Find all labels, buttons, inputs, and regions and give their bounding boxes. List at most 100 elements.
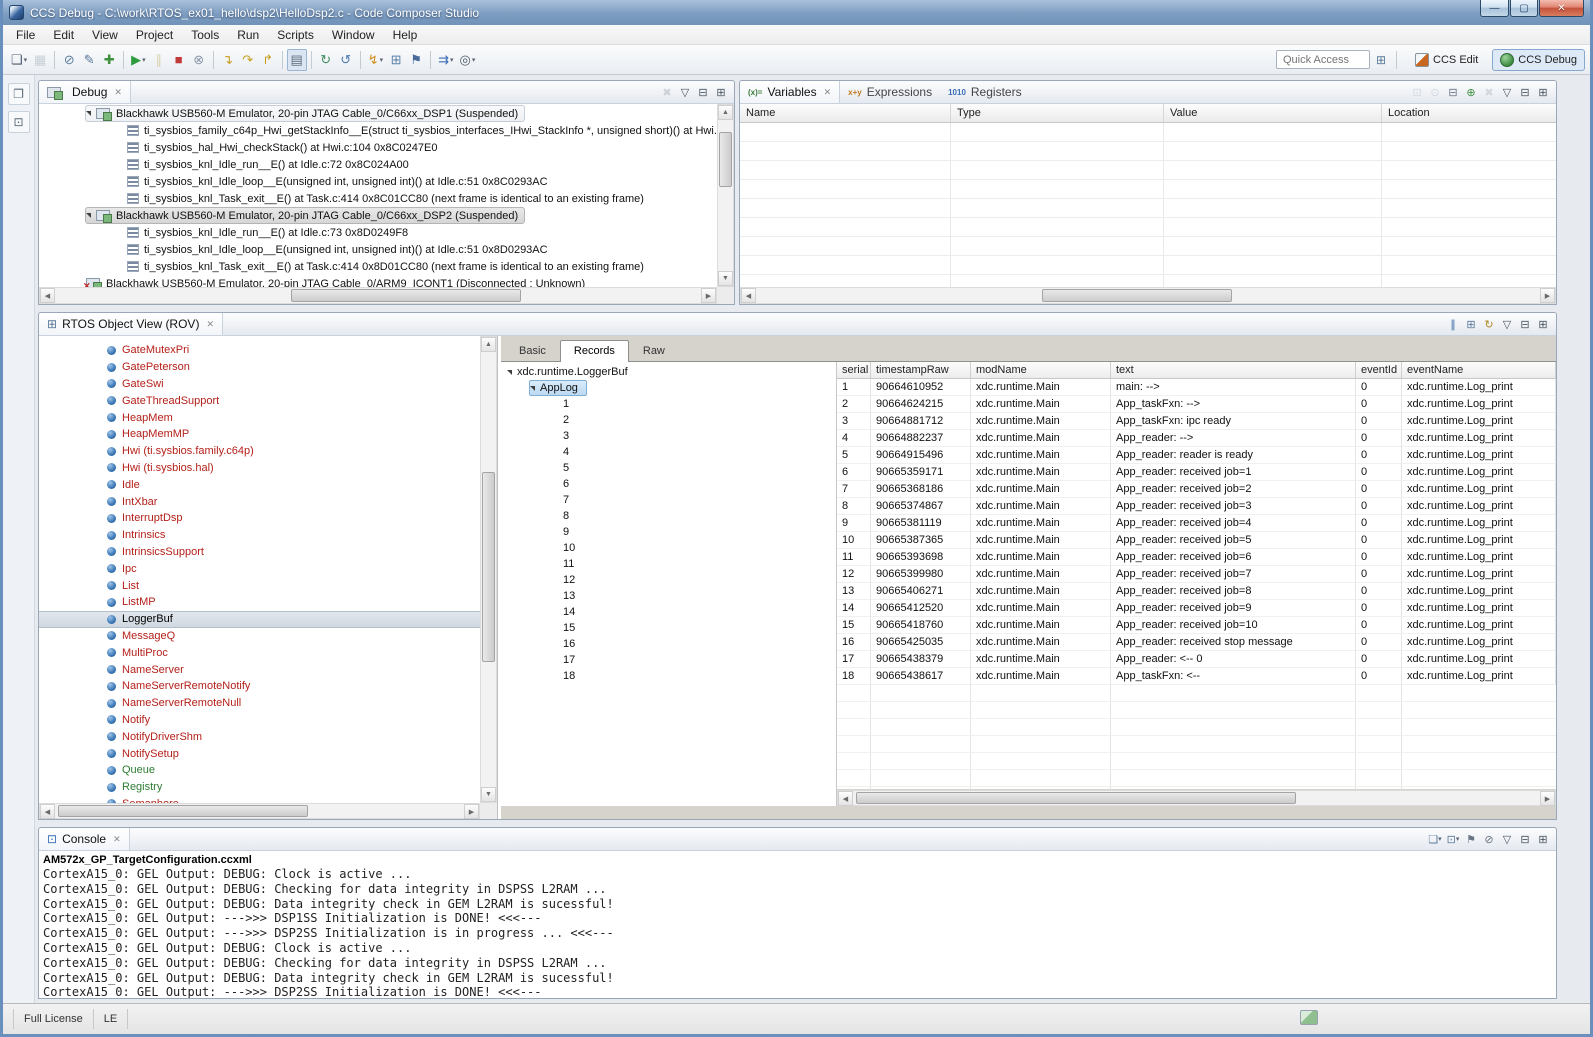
record-index-node[interactable]: 14 — [501, 604, 583, 620]
tab-basic[interactable]: Basic — [505, 340, 560, 361]
tab-console[interactable]: ⊡ Console ✕ — [39, 828, 130, 850]
view-menu-icon[interactable]: ▽ — [1498, 83, 1516, 101]
rov-module-item[interactable]: NameServerRemoteNull — [39, 695, 480, 712]
expand-arrow-icon[interactable] — [86, 111, 91, 116]
record-index-node[interactable]: 15 — [501, 620, 583, 636]
scroll-right-arrow[interactable]: ▶ — [701, 288, 716, 303]
scroll-up-arrow[interactable]: ▲ — [718, 105, 733, 120]
suspend-icon[interactable]: ∥▾ — [149, 49, 169, 71]
record-index-node[interactable]: 8 — [501, 508, 577, 524]
scroll-lock-icon[interactable]: ⊘▾ — [1480, 830, 1498, 848]
ccs-edit-perspective-button[interactable]: CCS Edit — [1407, 49, 1486, 71]
rov-module-item[interactable]: NotifySetup — [39, 745, 480, 762]
titlebar[interactable]: CCS Debug - C:\work\RTOS_ex01_hello\dsp2… — [3, 0, 1590, 25]
window-minimize-button[interactable]: — — [1480, 0, 1509, 17]
rov-module-item[interactable]: NameServer — [39, 661, 480, 678]
record-index-node[interactable]: 6 — [501, 476, 577, 492]
scroll-right-arrow[interactable]: ▶ — [1540, 791, 1555, 806]
menu-item[interactable]: Window — [323, 26, 384, 44]
debug-vertical-scrollbar[interactable]: ▲ ▼ — [717, 104, 734, 287]
scroll-right-arrow[interactable]: ▶ — [464, 804, 479, 819]
scrollbar-thumb[interactable] — [58, 805, 308, 817]
stack-frame-row[interactable]: ti_sysbios_knl_Idle_loop__E(unsigned int… — [127, 173, 554, 190]
column-header-name[interactable]: Name — [740, 104, 951, 122]
show-logical-structure-icon[interactable]: ⊙ — [1426, 83, 1444, 101]
column-header-value[interactable]: Value — [1164, 104, 1382, 122]
close-icon[interactable]: ✕ — [206, 319, 214, 330]
debug-session-row[interactable]: Blackhawk USB560-M Emulator, 20-pin JTAG… — [85, 275, 592, 287]
rov-module-item[interactable]: Registry — [39, 779, 480, 796]
step-return-icon[interactable]: ↱▾ — [258, 49, 278, 71]
record-row[interactable]: 10 90665387365 xdc.runtime.Main App_read… — [837, 532, 1556, 549]
window-maximize-button[interactable]: ▢ — [1510, 0, 1538, 17]
record-row[interactable]: 13 90665406271 xdc.runtime.Main App_read… — [837, 583, 1556, 600]
module-tree-horizontal-scrollbar[interactable]: ◀ ▶ — [39, 803, 480, 819]
rov-module-item[interactable]: GateSwi — [39, 376, 480, 393]
rov-module-item[interactable]: IntrinsicsSupport — [39, 544, 480, 561]
rov-module-item[interactable]: List — [39, 577, 480, 594]
column-header-type[interactable]: Type — [951, 104, 1164, 122]
rov-module-item[interactable]: NotifyDriverShm — [39, 728, 480, 745]
open-perspective-icon[interactable]: ⊞ — [1376, 53, 1386, 67]
rov-module-item[interactable]: Hwi (ti.sysbios.hal) — [39, 460, 480, 477]
record-row[interactable]: 18 90665438617 xdc.runtime.Main App_task… — [837, 668, 1556, 685]
menu-item[interactable]: Project — [127, 26, 182, 44]
display-console-icon[interactable]: ⊡▾ — [1444, 830, 1462, 848]
maximize-icon[interactable]: ⊞▾ — [1534, 830, 1552, 848]
record-row[interactable]: 9 90665381119 xdc.runtime.Main App_reade… — [837, 515, 1556, 532]
view-menu-icon[interactable]: ▽ — [1498, 315, 1516, 333]
record-index-node[interactable]: 12 — [501, 572, 583, 588]
record-row[interactable]: 8 90665374867 xdc.runtime.Main App_reade… — [837, 498, 1556, 515]
record-row[interactable]: 14 90665412520 xdc.runtime.Main App_read… — [837, 600, 1556, 617]
trace-icon[interactable]: ⇉▾ — [435, 49, 456, 71]
tab-rov[interactable]: ⊞ RTOS Object View (ROV) ✕ — [39, 313, 223, 335]
menu-item[interactable]: View — [83, 26, 127, 44]
close-icon[interactable]: ✕ — [824, 87, 832, 98]
restart-icon[interactable]: ↻▾ — [316, 49, 336, 71]
record-row[interactable]: 12 90665399980 xdc.runtime.Main App_read… — [837, 566, 1556, 583]
tab-raw[interactable]: Raw — [629, 340, 679, 361]
rov-module-item[interactable]: NameServerRemoteNotify — [39, 678, 480, 695]
logger-instance-node[interactable]: AppLog — [529, 380, 587, 396]
menu-item[interactable]: Run — [228, 26, 268, 44]
step-over-icon[interactable]: ↷▾ — [238, 49, 258, 71]
view-menu-icon[interactable]: ▽▾ — [1498, 830, 1516, 848]
resume-icon[interactable]: ▶▾ — [128, 49, 149, 71]
records-horizontal-scrollbar[interactable]: ◀ ▶ — [837, 790, 1556, 806]
collapse-all-icon[interactable]: ⊟ — [1444, 83, 1462, 101]
record-row[interactable]: 1 90664610952 xdc.runtime.Main main: -->… — [837, 379, 1556, 396]
suspend-polling-icon[interactable]: ∥ — [1444, 315, 1462, 333]
tab-variables[interactable]: (x)= Variables ✕ — [740, 81, 840, 103]
record-index-node[interactable]: 11 — [501, 556, 582, 572]
tab-expressions[interactable]: x+y Expressions — [840, 81, 940, 103]
scrollbar-thumb[interactable] — [482, 472, 495, 662]
menu-item[interactable]: Scripts — [268, 26, 323, 44]
ccs-debug-perspective-button[interactable]: CCS Debug — [1492, 49, 1585, 71]
expand-arrow-icon[interactable] — [530, 386, 535, 391]
minimize-icon[interactable]: ⊟▾ — [1516, 830, 1534, 848]
scroll-left-arrow[interactable]: ◀ — [838, 791, 853, 806]
minimized-view-icon[interactable]: ⊡ — [8, 111, 30, 133]
scrollbar-thumb[interactable] — [291, 289, 521, 302]
record-index-node[interactable]: 2 — [501, 412, 577, 428]
record-row[interactable]: 16 90665425035 xdc.runtime.Main App_read… — [837, 634, 1556, 651]
record-index-node[interactable]: 10 — [501, 540, 583, 556]
quick-access-input[interactable] — [1276, 50, 1370, 69]
scrollbar-thumb[interactable] — [856, 792, 1296, 804]
disconnect-icon[interactable]: ⊗▾ — [189, 49, 209, 71]
record-index-node[interactable]: 13 — [501, 588, 583, 604]
record-row[interactable]: 2 90664624215 xdc.runtime.Main App_taskF… — [837, 396, 1556, 413]
maximize-icon[interactable]: ⊞ — [1534, 315, 1552, 333]
record-row[interactable]: 7 90665368186 xdc.runtime.Main App_reade… — [837, 481, 1556, 498]
terminate-icon[interactable]: ■▾ — [169, 49, 189, 71]
column-header-eventid[interactable]: eventId — [1356, 362, 1402, 379]
stack-frame-row[interactable]: ti_sysbios_knl_Idle_loop__E(unsigned int… — [127, 241, 554, 258]
scroll-down-arrow[interactable]: ▼ — [718, 271, 733, 286]
record-index-node[interactable]: 3 — [501, 428, 577, 444]
record-row[interactable]: 15 90665418760 xdc.runtime.Main App_read… — [837, 617, 1556, 634]
search-icon[interactable]: ◎▾ — [457, 49, 479, 71]
column-header-serial[interactable]: serial — [837, 362, 871, 379]
rov-module-item[interactable]: MessageQ — [39, 628, 480, 645]
record-index-node[interactable]: 5 — [501, 460, 577, 476]
refresh-icon[interactable]: ↻ — [1480, 315, 1498, 333]
